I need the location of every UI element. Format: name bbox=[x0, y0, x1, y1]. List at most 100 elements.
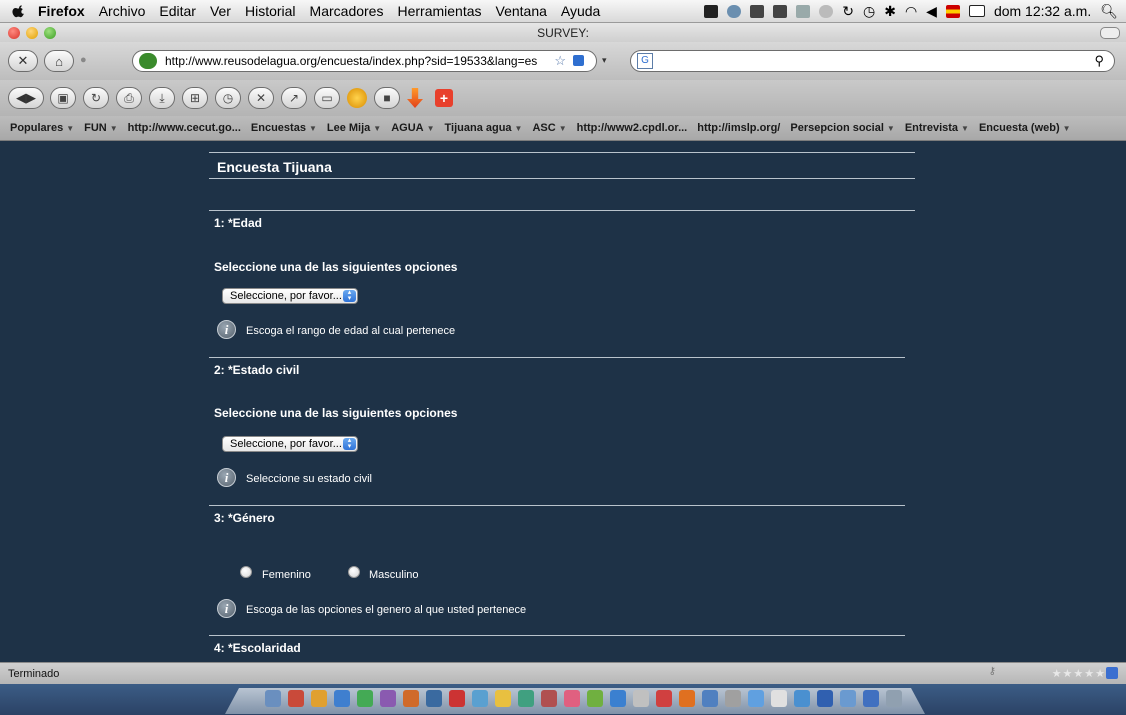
menu-archivo[interactable]: Archivo bbox=[99, 3, 146, 19]
dock-app-icon[interactable] bbox=[564, 690, 580, 707]
share-button[interactable]: ↗ bbox=[281, 87, 307, 109]
paw-icon[interactable] bbox=[750, 4, 765, 18]
paw-icon-2[interactable] bbox=[773, 4, 788, 18]
marital-status-select[interactable]: Seleccione, por favor... ▴ ▾ bbox=[222, 436, 358, 452]
bookmark-encuesta-web[interactable]: Encuesta (web) ▼ bbox=[979, 122, 1071, 134]
close-tab-button[interactable]: ✕ bbox=[248, 87, 274, 109]
dock-app-icon[interactable] bbox=[771, 690, 787, 707]
search-bar[interactable]: G ⚲ bbox=[630, 50, 1115, 72]
bookmark-star-icon[interactable]: ☆ bbox=[554, 53, 566, 69]
bubble-icon[interactable] bbox=[819, 4, 834, 18]
rating-stars[interactable]: ★★★★★ bbox=[1052, 667, 1106, 680]
apple-icon[interactable] bbox=[12, 4, 26, 18]
stop-button[interactable]: ✕ bbox=[8, 50, 38, 72]
bookmark-populares[interactable]: Populares ▼ bbox=[10, 122, 74, 134]
menu-editar[interactable]: Editar bbox=[159, 3, 196, 19]
dock-app-icon[interactable] bbox=[840, 690, 856, 707]
url-text[interactable]: http://www.reusodelagua.org/encuesta/ind… bbox=[165, 54, 537, 68]
info-badge-icon[interactable] bbox=[573, 55, 584, 66]
dock-app-icon[interactable] bbox=[886, 690, 902, 707]
battery-icon[interactable] bbox=[968, 5, 985, 17]
dock-app-icon[interactable] bbox=[380, 690, 396, 707]
url-bar[interactable]: http://www.reusodelagua.org/encuesta/ind… bbox=[132, 50, 597, 72]
dock-app-icon[interactable] bbox=[541, 690, 557, 707]
dock-app-icon[interactable] bbox=[426, 690, 442, 707]
close-tab-icon: ✕ bbox=[255, 91, 267, 105]
menu-herramientas[interactable]: Herramientas bbox=[397, 3, 481, 19]
menu-marcadores[interactable]: Marcadores bbox=[310, 3, 384, 19]
menu-ayuda[interactable]: Ayuda bbox=[561, 3, 600, 19]
new-tab-button[interactable]: ⊞ bbox=[182, 87, 208, 109]
flag-icon[interactable] bbox=[945, 4, 960, 18]
toolbar-toggle-button[interactable] bbox=[1100, 27, 1120, 39]
menu-historial[interactable]: Historial bbox=[245, 3, 296, 19]
bookmark-cpdl[interactable]: http://www2.cpdl.or... bbox=[577, 122, 688, 134]
google-engine-icon[interactable]: G bbox=[637, 53, 653, 69]
dock-app-icon[interactable] bbox=[794, 690, 810, 707]
age-select[interactable]: Seleccione, por favor... ▴ ▾ bbox=[222, 288, 358, 304]
menu-ventana[interactable]: Ventana bbox=[496, 3, 547, 19]
back-forward-button[interactable]: ◀▶ bbox=[8, 87, 44, 109]
dock-app-icon[interactable] bbox=[357, 690, 373, 707]
bookmark-encuestas[interactable]: Encuestas ▼ bbox=[251, 122, 317, 134]
dock-app-icon[interactable] bbox=[449, 690, 465, 707]
save-button[interactable]: ■ bbox=[374, 87, 400, 109]
bookmark-tijuana-agua[interactable]: Tijuana agua ▼ bbox=[445, 122, 523, 134]
bookmark-label: Tijuana agua bbox=[444, 122, 512, 134]
spotlight-icon[interactable]: 🔍︎ bbox=[1100, 3, 1118, 20]
dock-app-icon[interactable] bbox=[288, 690, 304, 707]
radio-femenino[interactable] bbox=[240, 566, 252, 578]
dock-app-icon[interactable] bbox=[863, 690, 879, 707]
menu-extra-icon[interactable] bbox=[704, 4, 719, 18]
dock-app-icon[interactable] bbox=[472, 690, 488, 707]
grid-icon[interactable] bbox=[796, 4, 811, 18]
menu-clock[interactable]: dom 12:32 a.m. bbox=[994, 3, 1091, 19]
menu-ver[interactable]: Ver bbox=[210, 3, 231, 19]
bookmark-cecut[interactable]: http://www.cecut.go... bbox=[128, 122, 241, 134]
download-button[interactable]: ⤓ bbox=[149, 87, 175, 109]
bookmark-lee-mija[interactable]: Lee Mija ▼ bbox=[327, 122, 381, 134]
dock-app-icon[interactable] bbox=[633, 690, 649, 707]
dock-app-icon[interactable] bbox=[265, 690, 281, 707]
reload-button[interactable]: ↻ bbox=[83, 87, 109, 109]
search-icon[interactable]: ⚲ bbox=[1094, 53, 1104, 69]
dock-app-icon[interactable] bbox=[748, 690, 764, 707]
dock-app-icon[interactable] bbox=[817, 690, 833, 707]
bookmark-entrevista[interactable]: Entrevista ▼ bbox=[905, 122, 969, 134]
dock-app-icon[interactable] bbox=[656, 690, 672, 707]
history-button[interactable]: ◷ bbox=[215, 87, 241, 109]
radio-masculino[interactable] bbox=[348, 566, 360, 578]
addon-icon[interactable] bbox=[347, 88, 367, 108]
time-machine-icon[interactable]: ◷ bbox=[863, 3, 875, 20]
dock-app-icon[interactable] bbox=[610, 690, 626, 707]
home-button[interactable]: ⌂ bbox=[44, 50, 74, 72]
bookmark-persepcion-social[interactable]: Persepcion social ▼ bbox=[790, 122, 894, 134]
bookmark-asc[interactable]: ASC ▼ bbox=[532, 122, 566, 134]
dock-app-icon[interactable] bbox=[518, 690, 534, 707]
dock-app-icon[interactable] bbox=[725, 690, 741, 707]
menu-app-name[interactable]: Firefox bbox=[38, 3, 85, 19]
chevron-down-icon: ▼ bbox=[1062, 124, 1071, 133]
screenshot-button[interactable]: ▣ bbox=[50, 87, 76, 109]
downthemall-icon[interactable] bbox=[407, 88, 423, 108]
car-button[interactable]: ▭ bbox=[314, 87, 340, 109]
bookmark-agua[interactable]: AGUA ▼ bbox=[391, 122, 434, 134]
url-dropdown-icon[interactable]: ▾ bbox=[602, 55, 607, 66]
volume-icon[interactable]: ◀ bbox=[926, 3, 937, 20]
dock-app-icon[interactable] bbox=[403, 690, 419, 707]
dock-app-icon[interactable] bbox=[311, 690, 327, 707]
wifi-icon[interactable]: ◠ bbox=[905, 3, 917, 20]
print-button[interactable]: ⎙ bbox=[116, 87, 142, 109]
dock-app-icon[interactable] bbox=[587, 690, 603, 707]
addon-status-icon[interactable] bbox=[1106, 667, 1118, 679]
dock-app-icon[interactable] bbox=[679, 690, 695, 707]
sync-icon[interactable] bbox=[727, 4, 742, 18]
dock-app-icon[interactable] bbox=[495, 690, 511, 707]
sync-arrows-icon[interactable]: ↻ bbox=[842, 3, 854, 20]
dock-app-icon[interactable] bbox=[334, 690, 350, 707]
bluetooth-icon[interactable]: ✱ bbox=[884, 3, 896, 20]
bookmark-fun[interactable]: FUN ▼ bbox=[84, 122, 118, 134]
add-icon[interactable]: + bbox=[435, 89, 453, 107]
bookmark-imslp[interactable]: http://imslp.org/ bbox=[697, 122, 780, 134]
dock-app-icon[interactable] bbox=[702, 690, 718, 707]
